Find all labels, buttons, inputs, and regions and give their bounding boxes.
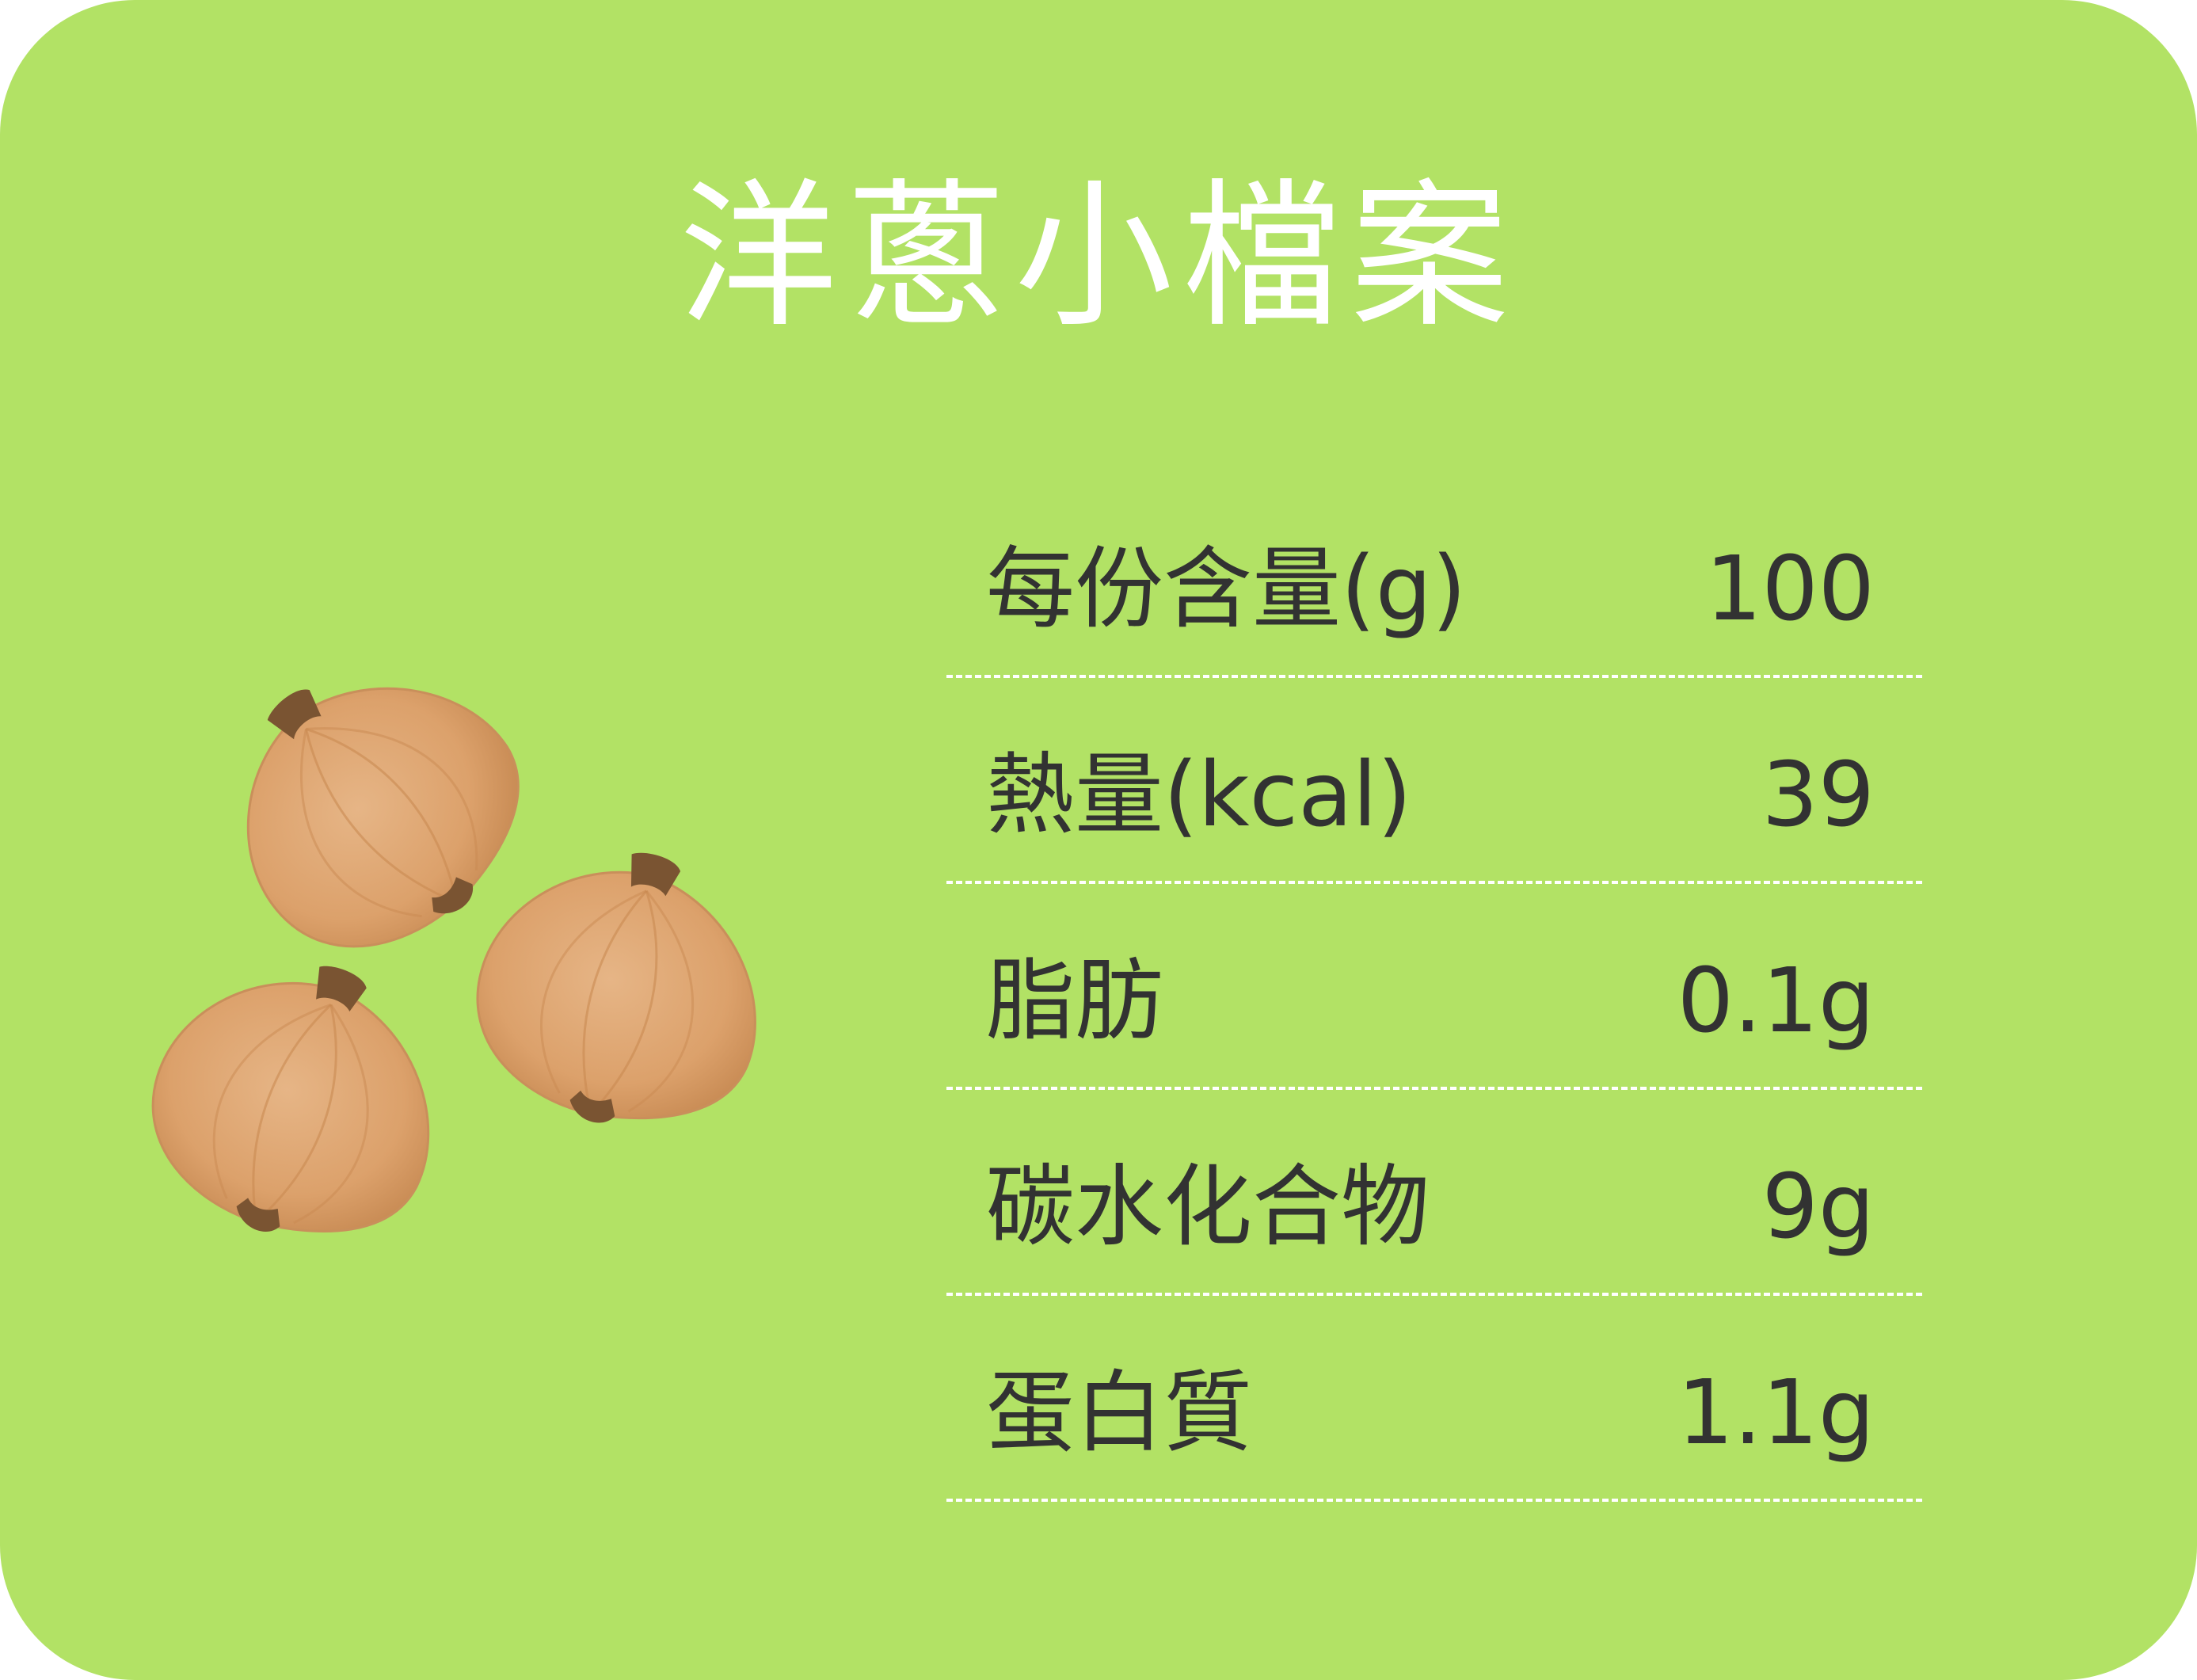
nutrition-value: 9g: [1761, 1156, 1875, 1259]
nutrition-label: 蛋白質: [986, 1362, 1252, 1465]
nutrition-row-fat: 脂肪 0.1g: [946, 884, 1922, 1090]
nutrition-table: 每份含量(g) 100 熱量(kcal) 39 脂肪 0.1g 碳水化合物 9g…: [946, 472, 1922, 1502]
onion-icon: [476, 852, 756, 1123]
nutrition-label: 脂肪: [986, 950, 1163, 1053]
info-card: 洋蔥小檔案 每份含量(g) 100 熱量(kcal) 39 脂肪 0.1g 碳水…: [0, 0, 2197, 1680]
onion-icon: [151, 966, 430, 1232]
row-divider: [946, 1499, 1922, 1502]
nutrition-value: 1.1g: [1677, 1362, 1875, 1465]
nutrition-row-calories: 熱量(kcal) 39: [946, 678, 1922, 884]
nutrition-value: 39: [1761, 744, 1875, 847]
nutrition-label: 碳水化合物: [986, 1156, 1430, 1259]
nutrition-label: 熱量(kcal): [986, 744, 1412, 847]
nutrition-label: 每份含量(g): [986, 538, 1467, 641]
nutrition-row-protein: 蛋白質 1.1g: [946, 1296, 1922, 1502]
page-title: 洋蔥小檔案: [678, 165, 1518, 349]
nutrition-value: 100: [1705, 538, 1875, 641]
nutrition-row-serving: 每份含量(g) 100: [946, 472, 1922, 678]
nutrition-value: 0.1g: [1677, 950, 1875, 1053]
onion-illustration: [151, 687, 756, 1232]
nutrition-row-carbohydrate: 碳水化合物 9g: [946, 1090, 1922, 1296]
